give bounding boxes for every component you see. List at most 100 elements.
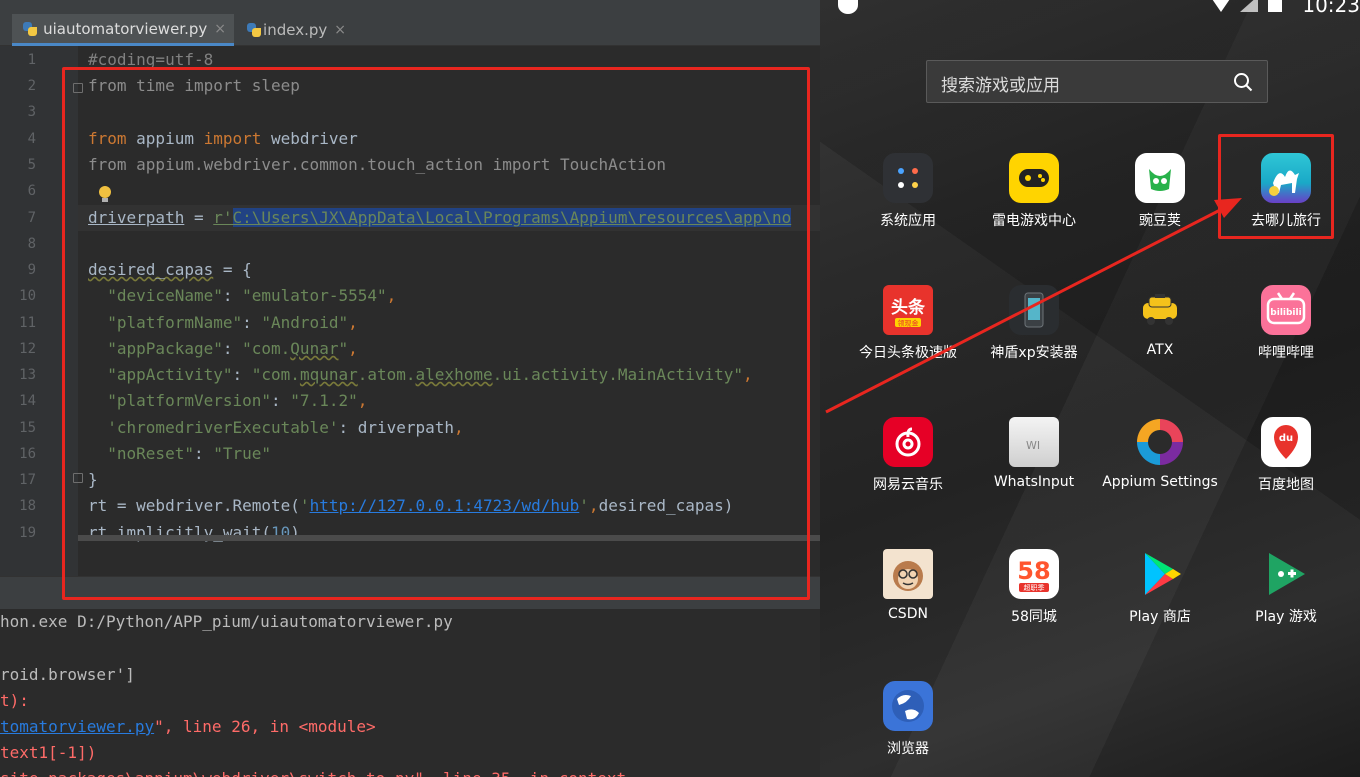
search-placeholder: 搜索游戏或应用 [941, 76, 1060, 96]
app-label: Play 商店 [1129, 609, 1191, 625]
line-number: 6 [27, 183, 36, 199]
app-label: ATX [1146, 342, 1174, 358]
app-label: 去哪儿旅行 [1251, 213, 1321, 229]
line-number: 2 [27, 78, 36, 94]
netease-music-icon [883, 417, 933, 467]
play-store-icon [1135, 549, 1185, 599]
play-store-notification-icon [838, 0, 858, 14]
58-icon: 58 超职季 [1009, 549, 1059, 599]
app-csdn[interactable]: CSDN [848, 549, 968, 649]
android-emulator: 10:23 搜索游戏或应用 系统应用 雷电游戏中心 豌豆荚 去哪儿旅行 头条 领… [820, 0, 1360, 777]
app-qunar[interactable]: 去哪儿旅行 [1226, 153, 1346, 253]
app-atx[interactable]: ATX [1100, 285, 1220, 385]
system-apps-icon [883, 153, 933, 203]
line-number-gutter: 1 2 3 4 5 6 7 8 9 10 11 12 13 14 15 16 1… [0, 46, 83, 576]
line-number: 9 [27, 262, 36, 278]
line-number: 18 [19, 498, 36, 514]
search-icon[interactable] [1233, 72, 1253, 92]
app-58[interactable]: 58 超职季 58同城 [974, 549, 1094, 649]
code-line-11: "platformName": "Android", [107, 313, 358, 332]
app-ld-game-center[interactable]: 雷电游戏中心 [974, 153, 1094, 253]
tab-index[interactable]: index.py × [236, 14, 354, 46]
app-label: 百度地图 [1258, 477, 1314, 493]
code-line-5: from appium.webdriver.common.touch_actio… [88, 155, 666, 174]
code-editor[interactable]: #coding=utf-8 from time import sleep fro… [78, 46, 820, 576]
code-line-9: desired_capas = { [88, 260, 252, 279]
traceback-file-link[interactable]: tomatorviewer.py [0, 717, 154, 736]
ide-window: uiautomatorviewer.py × index.py × 1 2 3 … [0, 0, 820, 777]
line-number: 4 [27, 131, 36, 147]
app-whatsinput[interactable]: WI WhatsInput [974, 417, 1094, 517]
app-label: Play 游戏 [1255, 609, 1317, 625]
console-line: t): [0, 691, 29, 710]
status-time: 10:23 [1302, 0, 1360, 17]
run-toolbar [0, 577, 820, 609]
line-number: 19 [19, 525, 36, 541]
wandoujia-icon [1135, 153, 1185, 203]
app-label: WhatsInput [993, 474, 1075, 490]
code-line-14: "platformVersion": "7.1.2", [107, 391, 368, 410]
app-play-games[interactable]: Play 游戏 [1226, 549, 1346, 649]
baidu-map-icon: du [1261, 417, 1311, 467]
toutiao-icon: 头条 领现金 [883, 285, 933, 335]
line-number: 12 [19, 341, 36, 357]
app-label: 58同城 [1011, 609, 1057, 625]
baidu-icon-text: du [1279, 433, 1293, 444]
battery-icon [1268, 0, 1282, 12]
tab-label: index.py [263, 21, 328, 39]
line-number: 1 [27, 52, 36, 68]
app-label: CSDN [888, 606, 928, 622]
lightbulb-icon[interactable] [98, 186, 112, 204]
run-console: hon.exe D:/Python/APP_pium/uiautomatorvi… [0, 576, 820, 777]
code-line-19: rt.implicitly_wait(10) [88, 523, 300, 542]
tab-label: uiautomatorviewer.py [43, 19, 208, 38]
line-number: 5 [27, 157, 36, 173]
line-number: 7 [27, 210, 36, 226]
line-number: 17 [19, 472, 36, 488]
editor-tab-bar: uiautomatorviewer.py × index.py × [0, 0, 820, 46]
line-number: 3 [27, 104, 36, 120]
horizontal-scrollbar[interactable] [78, 535, 820, 541]
code-line-18: rt = webdriver.Remote('http://127.0.0.1:… [88, 496, 734, 515]
app-browser[interactable]: 浏览器 [848, 681, 968, 777]
whatsinput-icon-text: WI [1026, 439, 1040, 452]
app-xp-installer[interactable]: 神盾xp安装器 [974, 285, 1094, 385]
code-line-12: "appPackage": "com.Qunar", [107, 339, 358, 358]
line-number: 10 [19, 288, 36, 304]
line-number: 15 [19, 420, 36, 436]
line-number: 14 [19, 393, 36, 409]
appium-settings-icon [1135, 417, 1185, 467]
app-play-store[interactable]: Play 商店 [1100, 549, 1220, 649]
atx-icon [1135, 285, 1185, 335]
tab-uiautomatorviewer[interactable]: uiautomatorviewer.py × [12, 14, 234, 46]
app-label: 神盾xp安装器 [990, 345, 1078, 361]
xp-installer-icon [1009, 285, 1059, 335]
qunar-icon [1261, 153, 1311, 203]
app-wandoujia[interactable]: 豌豆荚 [1100, 153, 1220, 253]
app-baidu-map[interactable]: du 百度地图 [1226, 417, 1346, 517]
line-number: 8 [27, 236, 36, 252]
code-line-16: "noReset": "True" [107, 444, 272, 463]
code-line-2: from time import sleep [88, 76, 300, 95]
app-toutiao[interactable]: 头条 领现金 今日头条极速版 [848, 285, 968, 385]
ld-game-center-icon [1009, 153, 1059, 203]
console-line: hon.exe D:/Python/APP_pium/uiautomatorvi… [0, 612, 453, 631]
app-netease-music[interactable]: 网易云音乐 [848, 417, 968, 517]
app-appium-settings[interactable]: Appium Settings [1100, 417, 1220, 517]
python-file-icon [246, 22, 262, 38]
app-system-apps[interactable]: 系统应用 [848, 153, 968, 253]
line-number: 13 [19, 367, 36, 383]
code-line-1: #coding=utf-8 [88, 50, 214, 69]
code-line-15: 'chromedriverExecutable': driverpath, [107, 418, 464, 437]
code-line-13: "appActivity": "com.mqunar.atom.alexhome… [107, 365, 753, 384]
close-icon[interactable]: × [214, 21, 226, 37]
app-label: 浏览器 [887, 741, 929, 757]
code-line-7: driverpath = r'C:\Users\JX\AppData\Local… [88, 208, 792, 227]
wifi-icon [1210, 0, 1232, 12]
app-bilibili[interactable]: bilibili 哔哩哔哩 [1226, 285, 1346, 385]
app-search-input[interactable]: 搜索游戏或应用 [926, 60, 1268, 103]
toutiao-icon-subtext: 领现金 [898, 319, 919, 328]
58-icon-subtext: 超职季 [1024, 583, 1045, 592]
scrollbar-thumb[interactable] [78, 535, 820, 541]
close-icon[interactable]: × [334, 22, 346, 38]
